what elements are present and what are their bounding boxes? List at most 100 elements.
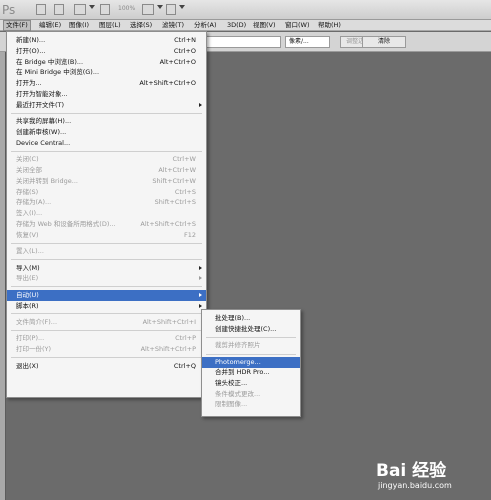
submenu-arrow-icon: [199, 102, 202, 107]
menu-item-批处理[interactable]: 批处理(B)...: [202, 313, 300, 324]
menu-item-shortcut: Shift+Ctrl+S: [154, 198, 196, 207]
watermark-url: jingyan.baidu.com: [378, 481, 452, 490]
menu-item-label: 在 Bridge 中浏览(B)...: [16, 57, 84, 66]
menu-item-label: 恢复(V): [16, 230, 39, 239]
bridge-icon[interactable]: [36, 4, 46, 15]
menu-item-脚本[interactable]: 脚本(R): [7, 301, 206, 312]
arrange-documents-dropdown-icon[interactable]: [157, 5, 163, 9]
menu-item-label: 新建(N)...: [16, 36, 46, 44]
menu-item-shortcut: F12: [183, 230, 196, 239]
menu-item-打印一份[interactable]: 打印一份(Y) Alt+Shift+Ctrl+P: [7, 344, 206, 355]
menu-item-label: 共享我的屏幕(H)...: [16, 117, 72, 126]
zoom-tool-icon[interactable]: [100, 4, 110, 15]
menu-item-打开为[interactable]: 打开为... Alt+Shift+Ctrl+O: [7, 78, 206, 89]
menu-separator: [11, 242, 202, 244]
menu-item-条件模式更改[interactable]: 条件模式更改...: [202, 389, 300, 400]
menu-item-label: 条件模式更改...: [215, 389, 261, 398]
menu-image[interactable]: 图像(I): [67, 20, 91, 31]
screen-mode-icon[interactable]: [166, 4, 176, 15]
menu-item-共享我的屏幕[interactable]: 共享我的屏幕(H)...: [7, 116, 206, 127]
menu-separator: [11, 150, 202, 152]
arrange-documents-icon[interactable]: [142, 4, 154, 15]
menu-item-在-mini-bridge-中浏览[interactable]: 在 Mini Bridge 中浏览(G)...: [7, 67, 206, 78]
menu-item-label: 最近打开文件(T): [16, 100, 65, 109]
menu-file[interactable]: 文件(F): [3, 20, 31, 31]
units-select[interactable]: 像素/...: [285, 36, 330, 48]
menu-item-打开[interactable]: 打开(O)... Ctrl+O: [7, 46, 206, 57]
menu-item-导出[interactable]: 导出(E): [7, 273, 206, 284]
menu-item-置入[interactable]: 置入(L)...: [7, 246, 206, 257]
menu-item-存储为[interactable]: 存储为(A)... Shift+Ctrl+S: [7, 197, 206, 208]
menu-item-新建[interactable]: 新建(N)... Ctrl+N: [7, 35, 206, 46]
menu-item-shortcut: Shift+Ctrl+W: [152, 176, 196, 185]
options-value-field[interactable]: [206, 36, 281, 48]
menu-item-label: 创建快捷批处理(C)...: [215, 324, 277, 333]
menu-layer[interactable]: 图层(L): [97, 20, 123, 31]
menu-select[interactable]: 选择(S): [128, 20, 154, 31]
menu-item-shortcut: Ctrl+S: [174, 187, 196, 196]
view-extras-icon[interactable]: [74, 4, 86, 15]
menu-item-存储为-web-和设备所用格式[interactable]: 存储为 Web 和设备所用格式(D)... Alt+Shift+Ctrl+S: [7, 219, 206, 230]
menu-item-签入[interactable]: 签入(I)...: [7, 208, 206, 219]
menu-help[interactable]: 帮助(H): [316, 20, 343, 31]
menu-item-自动[interactable]: 自动(U): [7, 289, 206, 301]
menu-item-退出[interactable]: 退出(X) Ctrl+Q: [7, 361, 206, 372]
menu-item-label: 存储(S): [16, 187, 39, 196]
menu-item-创建新审核[interactable]: 创建新审核(W)...: [7, 127, 206, 138]
clear-button[interactable]: 清除: [362, 36, 406, 48]
menu-3d[interactable]: 3D(D): [225, 20, 248, 31]
menu-item-导入[interactable]: 导入(M): [7, 263, 206, 274]
menu-item-关闭并转到-bridge[interactable]: 关闭并转到 Bridge... Shift+Ctrl+W: [7, 176, 206, 187]
menu-item-shortcut: Ctrl+Q: [173, 361, 196, 370]
menu-item-label: 退出(X): [16, 361, 39, 370]
menu-item-shortcut: Ctrl+W: [172, 155, 196, 164]
menu-item-label: 打开(O)...: [16, 46, 46, 55]
menu-item-存储[interactable]: 存储(S) Ctrl+S: [7, 187, 206, 198]
menu-item-label: 在 Mini Bridge 中浏览(G)...: [16, 68, 100, 77]
menu-item-label: 打开为智能对象...: [16, 90, 68, 98]
menu-item-label: 导入(M): [16, 263, 40, 272]
menu-item-恢复[interactable]: 恢复(V) F12: [7, 230, 206, 241]
mini-bridge-icon[interactable]: [54, 4, 64, 15]
menu-item-shortcut: Ctrl+P: [175, 334, 196, 343]
menu-item-镜头校正[interactable]: 镜头校正...: [202, 378, 300, 389]
menu-item-label: 关闭(C): [16, 155, 39, 164]
menu-item-打开为智能对象[interactable]: 打开为智能对象...: [7, 89, 206, 100]
menu-item-关闭全部[interactable]: 关闭全部 Alt+Ctrl+W: [7, 165, 206, 176]
menu-view[interactable]: 视图(V): [251, 20, 278, 31]
menu-edit[interactable]: 编辑(E): [37, 20, 63, 31]
menu-item-label: 关闭并转到 Bridge...: [16, 176, 78, 185]
menu-filter[interactable]: 滤镜(T): [160, 20, 186, 31]
menu-item-合并到-hdr-pro[interactable]: 合并到 HDR Pro...: [202, 367, 300, 378]
menu-item-打印[interactable]: 打印(P)... Ctrl+P: [7, 333, 206, 344]
menu-item-label: 置入(L)...: [16, 247, 44, 256]
submenu-arrow-icon: [199, 303, 202, 308]
screen-mode-dropdown-icon[interactable]: [179, 5, 185, 9]
zoom-level[interactable]: 100%: [118, 5, 135, 12]
menu-item-label: 打开为...: [16, 79, 42, 88]
menu-item-photomerge[interactable]: Photomerge...: [202, 356, 300, 368]
menu-analysis[interactable]: 分析(A): [192, 20, 219, 31]
menu-item-文件简介[interactable]: 文件简介(F)... Alt+Shift+Ctrl+I: [7, 317, 206, 328]
menu-item-在-bridge-中浏览[interactable]: 在 Bridge 中浏览(B)... Alt+Ctrl+O: [7, 57, 206, 68]
view-extras-dropdown-icon[interactable]: [89, 5, 95, 9]
baidu-jingyan-watermark: Bai 经验 jingyan.baidu.com: [362, 456, 487, 496]
menu-item-创建快捷批处理[interactable]: 创建快捷批处理(C)...: [202, 324, 300, 335]
menu-item-裁剪并修齐照片[interactable]: 裁剪并修齐照片: [202, 340, 300, 351]
menu-item-shortcut: Ctrl+N: [174, 36, 196, 44]
menu-item-关闭[interactable]: 关闭(C) Ctrl+W: [7, 154, 206, 165]
menu-item-label: 限制图像...: [215, 400, 248, 409]
menu-window[interactable]: 窗口(W): [283, 20, 312, 31]
menu-item-label: 签入(I)...: [16, 209, 43, 218]
menu-item-label: 批处理(B)...: [215, 314, 251, 322]
menu-item-最近打开文件[interactable]: 最近打开文件(T): [7, 100, 206, 111]
submenu-arrow-icon: [199, 276, 202, 281]
menu-item-device-central[interactable]: Device Central...: [7, 138, 206, 149]
file-menu: 新建(N)... Ctrl+N 打开(O)... Ctrl+O 在 Bridge 中浏览…: [6, 31, 207, 398]
menu-item-label: 打印一份(Y): [16, 345, 52, 354]
menu-item-shortcut: Alt+Shift+Ctrl+P: [140, 345, 196, 354]
menu-separator: [11, 286, 202, 288]
menu-item-label: 关闭全部: [16, 166, 42, 174]
menu-item-shortcut: Alt+Shift+Ctrl+I: [142, 318, 196, 326]
menu-item-限制图像[interactable]: 限制图像...: [202, 399, 300, 410]
